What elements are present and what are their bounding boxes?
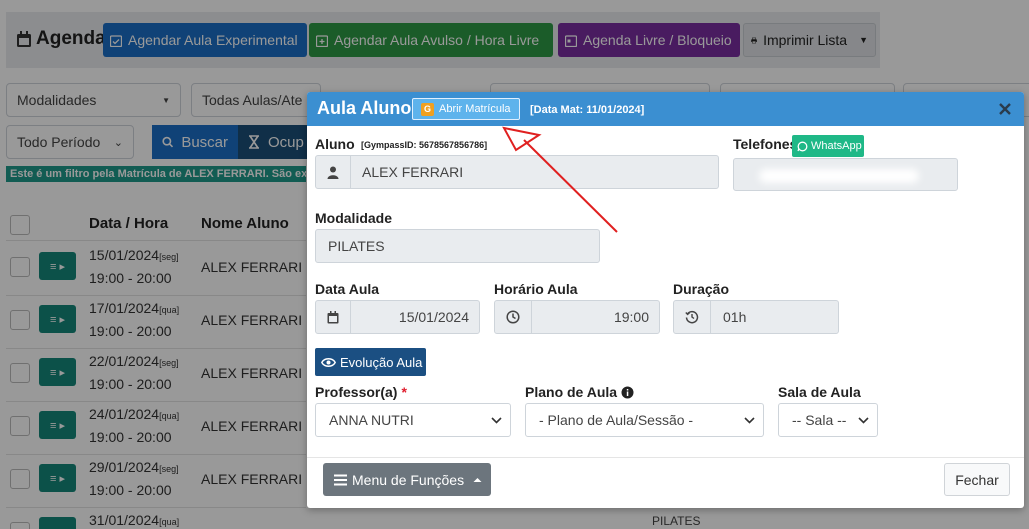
modalidade-input: PILATES xyxy=(315,229,600,263)
horario-aula-label: Horário Aula xyxy=(494,281,578,297)
modal-header: Aula Aluno G Abrir Matrícula [Data Mat: … xyxy=(307,92,1024,126)
abrir-matricula-button[interactable]: G Abrir Matrícula xyxy=(412,98,520,120)
modalidade-label: Modalidade xyxy=(315,210,393,226)
sala-label: Sala de Aula xyxy=(778,384,861,400)
close-icon[interactable] xyxy=(997,101,1013,117)
bars-icon xyxy=(334,474,347,485)
telefones-input xyxy=(733,158,958,191)
required-marker: * xyxy=(401,384,407,400)
clock-addon xyxy=(494,300,532,334)
eye-icon xyxy=(321,357,336,367)
history-addon xyxy=(673,300,711,334)
calendar-icon xyxy=(327,310,339,323)
modal-footer-divider xyxy=(307,457,1024,458)
evolucao-aula-button[interactable]: Evolução Aula xyxy=(315,348,426,376)
redacted-phone xyxy=(759,169,919,183)
clock-icon xyxy=(506,310,520,324)
aluno-label: Aluno xyxy=(315,136,355,152)
caret-up-icon xyxy=(473,477,482,482)
horario-aula-input: 19:00 xyxy=(531,300,660,334)
chevron-down-icon xyxy=(858,416,869,424)
chevron-down-icon xyxy=(744,416,755,424)
data-aula-input: 15/01/2024 xyxy=(350,300,480,334)
plano-select[interactable]: - Plano de Aula/Sessão - xyxy=(525,403,764,437)
data-aula-label: Data Aula xyxy=(315,281,380,297)
plano-label: Plano de Aula xyxy=(525,384,634,400)
aula-aluno-modal: Aula Aluno G Abrir Matrícula [Data Mat: … xyxy=(307,92,1024,508)
gympass-id: [GympassID: 5678567856786] xyxy=(361,140,488,150)
info-icon[interactable] xyxy=(621,386,634,399)
duracao-input: 01h xyxy=(710,300,839,334)
g-badge-icon: G xyxy=(421,102,434,116)
whatsapp-icon xyxy=(797,141,808,151)
fechar-button[interactable]: Fechar xyxy=(944,463,1010,496)
telefones-label: Telefones xyxy=(733,136,798,152)
data-matricula: [Data Mat: 11/01/2024] xyxy=(530,104,645,116)
sala-select[interactable]: -- Sala -- xyxy=(778,403,878,437)
professor-select[interactable]: ANNA NUTRI xyxy=(315,403,511,437)
whatsapp-button[interactable]: WhatsApp xyxy=(792,135,864,157)
history-icon xyxy=(685,310,699,324)
menu-funcoes-button[interactable]: Menu de Funções xyxy=(323,463,491,496)
aluno-input: ALEX FERRARI xyxy=(350,155,719,189)
duracao-label: Duração xyxy=(673,281,730,297)
modal-title: Aula Aluno xyxy=(317,98,412,118)
chevron-down-icon xyxy=(491,416,502,424)
calendar-addon xyxy=(315,300,351,334)
user-addon xyxy=(315,155,351,189)
professor-label: Professor(a) * xyxy=(315,384,407,400)
user-icon xyxy=(327,166,339,179)
